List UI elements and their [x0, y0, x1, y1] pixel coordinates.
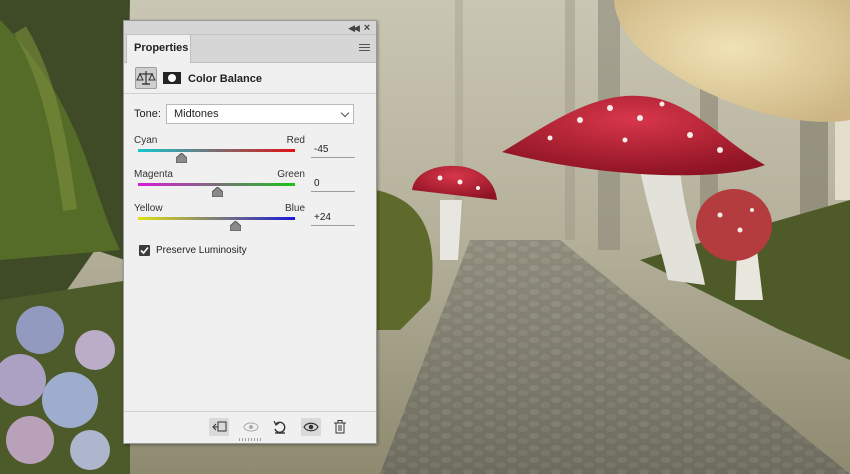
reset-icon[interactable] — [270, 418, 290, 436]
collapse-icon[interactable]: ◀◀ — [346, 21, 360, 35]
tone-row: Tone: Midtones — [134, 104, 356, 124]
yellow-blue-slider-track[interactable] — [138, 217, 295, 220]
color-balance-icon[interactable] — [135, 67, 157, 89]
tab-properties[interactable]: Properties — [126, 35, 191, 63]
slider-left-label: Yellow — [134, 203, 163, 214]
yellow-blue-value-field[interactable]: +24 — [311, 211, 355, 226]
slider-left-label: Cyan — [134, 135, 158, 146]
panel-footer — [124, 411, 376, 443]
magenta-green-slider-track[interactable] — [138, 183, 295, 186]
magenta-green-value-field[interactable]: 0 — [311, 177, 355, 192]
cyan-red-value-field[interactable]: -45 — [311, 143, 355, 158]
visibility-eye-icon[interactable] — [301, 418, 321, 436]
slider-right-label: Red — [286, 135, 305, 146]
tone-label: Tone: — [134, 108, 161, 120]
layer-mask-icon[interactable] — [161, 67, 183, 89]
adjustment-header: Color Balance — [124, 63, 376, 94]
preserve-luminosity-checkbox[interactable] — [139, 245, 150, 256]
slider-right-label: Blue — [284, 203, 305, 214]
clip-to-layer-icon[interactable] — [209, 418, 229, 436]
cyan-red-slider-group: Cyan Red -45 — [134, 135, 356, 169]
checkmark-icon — [140, 246, 149, 255]
panel-menu-icon[interactable] — [359, 44, 370, 53]
tone-dropdown[interactable]: Midtones — [166, 104, 354, 124]
yellow-blue-slider-group: Yellow Blue +24 — [134, 203, 356, 237]
magenta-green-slider-thumb[interactable] — [211, 187, 223, 197]
view-previous-state-icon[interactable] — [241, 418, 261, 436]
close-icon[interactable]: × — [360, 21, 374, 35]
cyan-red-slider-track[interactable] — [138, 149, 295, 152]
chevron-down-icon — [340, 108, 350, 118]
adjustment-title: Color Balance — [188, 73, 262, 85]
magenta-green-slider-group: Magenta Green 0 — [134, 169, 356, 203]
resize-grip[interactable] — [239, 438, 261, 441]
tone-selected-value: Midtones — [174, 108, 219, 120]
yellow-blue-slider-thumb[interactable] — [230, 221, 242, 231]
panel-tab-bar: Properties — [124, 35, 376, 63]
panel-title-bar[interactable]: ◀◀ × — [124, 21, 376, 35]
cyan-red-slider-thumb[interactable] — [176, 153, 188, 163]
slider-right-label: Green — [277, 169, 305, 180]
preserve-luminosity-label: Preserve Luminosity — [156, 245, 247, 256]
trash-icon[interactable] — [330, 418, 350, 436]
slider-left-label: Magenta — [134, 169, 173, 180]
properties-panel: ◀◀ × Properties Color Balance Tone: Midt… — [123, 20, 377, 444]
